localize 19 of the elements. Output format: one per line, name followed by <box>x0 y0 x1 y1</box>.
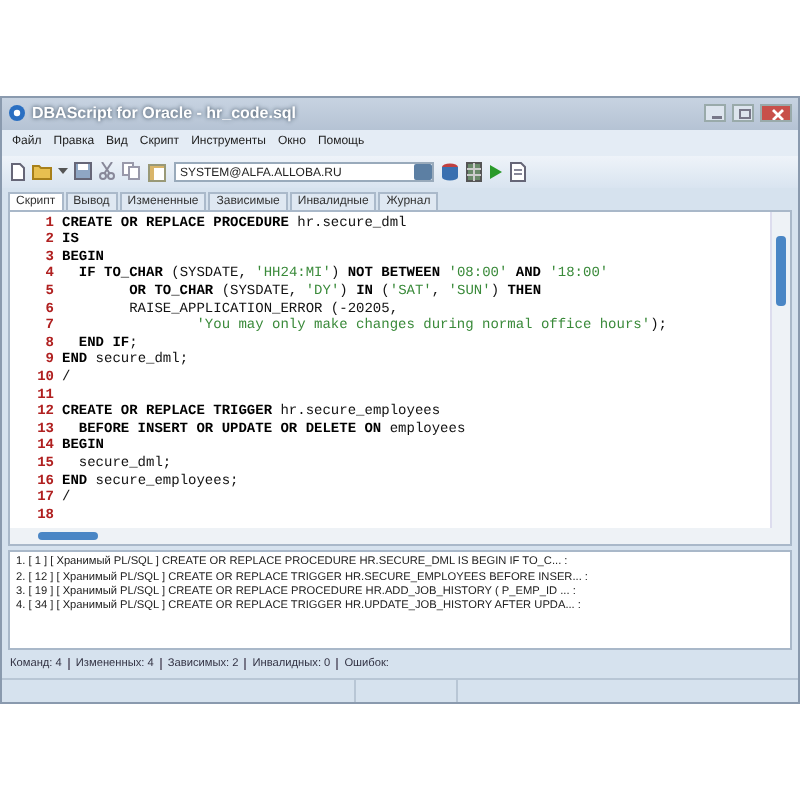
run-icon[interactable] <box>488 163 504 180</box>
clipboard-icon[interactable] <box>148 161 168 182</box>
close-icon[interactable] <box>760 104 792 123</box>
folder-icon[interactable] <box>32 162 52 181</box>
grid-icon[interactable] <box>466 161 482 182</box>
caret-icon[interactable] <box>58 167 68 176</box>
maximize-icon[interactable] <box>732 104 754 123</box>
database-icon[interactable] <box>440 161 460 182</box>
horizontal-scrollbar[interactable] <box>10 528 772 545</box>
window-title: DBAScript for Oracle - hr_code.sql <box>32 104 299 123</box>
copy-icon[interactable] <box>122 162 142 181</box>
minimize-icon[interactable] <box>704 104 726 123</box>
document-icon[interactable] <box>510 161 526 182</box>
save-icon[interactable] <box>74 162 92 181</box>
app-icon <box>8 104 26 123</box>
new-document-icon[interactable] <box>10 161 26 182</box>
vertical-scrollbar[interactable] <box>770 211 790 545</box>
code-editor[interactable] <box>8 209 792 547</box>
scissors-icon[interactable] <box>98 162 116 181</box>
